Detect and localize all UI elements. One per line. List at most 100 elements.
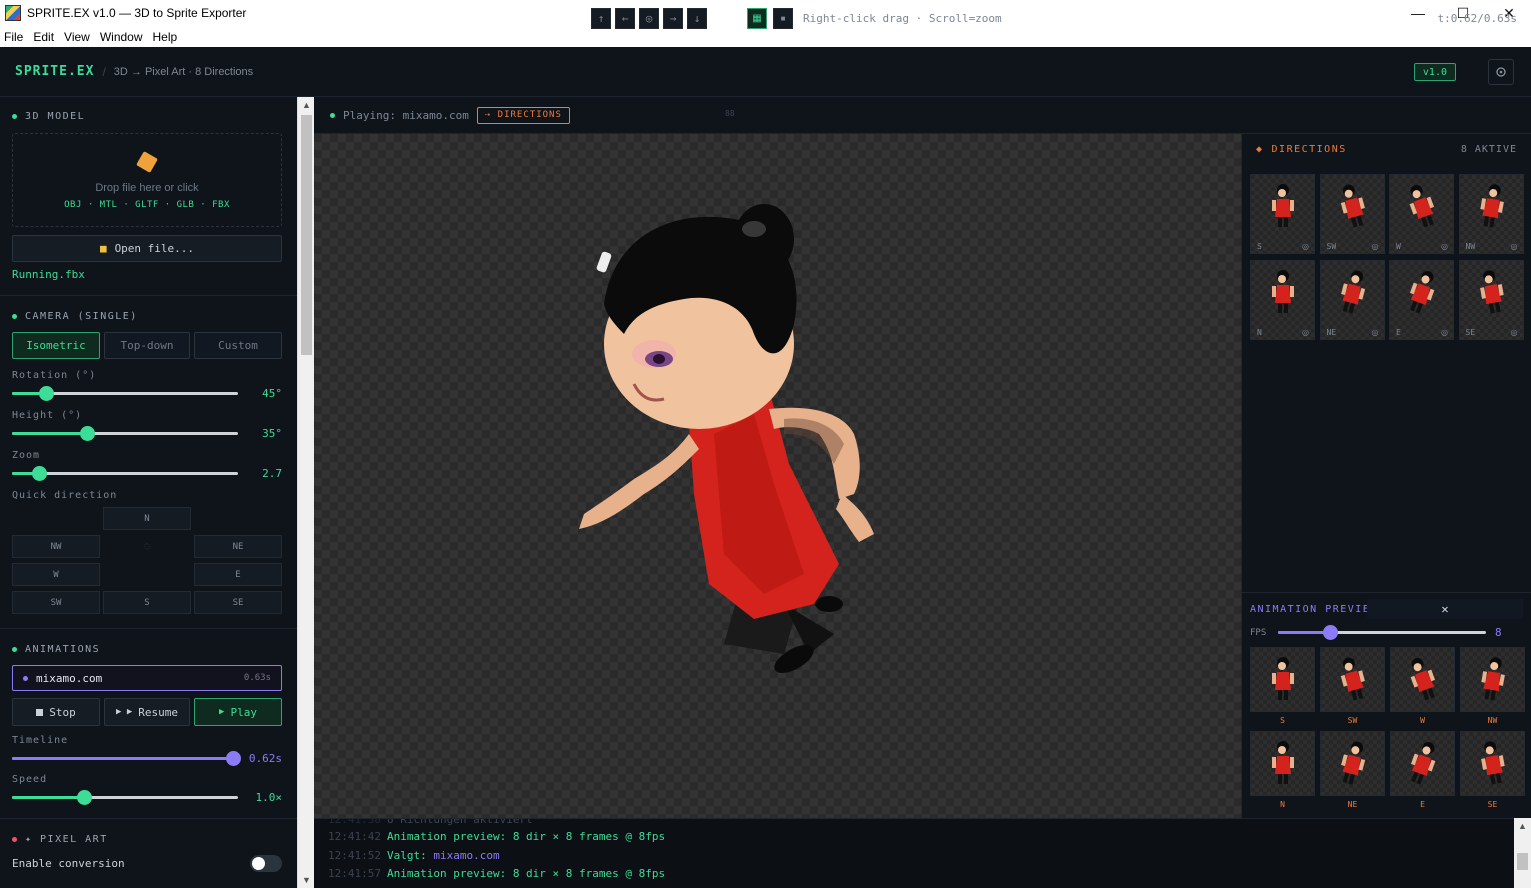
play-button[interactable]: ▶ Play [194,698,282,726]
log-line: 12:41:38 8 Richtungen aktiviert [328,818,533,826]
quick-dir-w[interactable]: W [12,563,100,586]
version-badge: v1.0 [1413,63,1456,81]
menu-edit[interactable]: Edit [33,30,54,44]
fps-slider[interactable] [1278,625,1486,640]
quick-dir-s[interactable]: S [103,591,191,614]
direction-label: SW [1326,242,1337,251]
log-line: 12:41:52 Valgt: mixamo.com [328,849,500,862]
direction-label: E [1396,328,1401,337]
direction-cell-ne[interactable]: NE ◎ [1319,260,1385,340]
camera-icon[interactable]: ◎ [1372,328,1379,337]
minimize-button[interactable]: — [1395,0,1441,26]
camera-mode-isometric[interactable]: Isometric [12,332,100,359]
direction-cell-sw[interactable]: SW ◎ [1319,174,1385,254]
menu-window[interactable]: Window [100,30,143,44]
height-slider[interactable] [12,426,238,441]
header-separator: / [102,64,106,79]
quick-dir-ne[interactable]: NE [194,535,282,558]
camera-icon[interactable]: ◎ [1441,328,1448,337]
quick-dir-n[interactable]: N [103,507,191,530]
animation-select[interactable]: mixamo.com 0.63s [12,665,282,691]
nav-right-button[interactable]: → [663,8,683,29]
animation-preview-heading: ANIMATION PREVIEW [1250,604,1378,615]
log-line: 12:41:57 Animation preview: 8 dir × 8 fra… [328,867,666,880]
direction-cell-w[interactable]: W ◎ [1389,174,1454,254]
scroll-up-arrow[interactable]: ▲ [302,100,311,110]
log-scrollbar[interactable]: ▲ [1514,818,1531,888]
preview-cell-ne [1320,731,1385,796]
scroll-down-arrow[interactable]: ▼ [302,875,311,885]
nav-up-button[interactable]: ↑ [591,8,611,29]
height-slider-knob[interactable] [79,426,95,441]
character-thumbnail [1409,270,1435,314]
grid-view-button[interactable]: ▦ [747,8,767,29]
playing-label: Playing: mixamo.com [343,108,469,122]
open-file-button[interactable]: ■ Open file... [12,235,282,262]
camera-icon[interactable]: ◎ [1302,328,1309,337]
settings-button[interactable] [1488,59,1514,85]
menu-file[interactable]: File [4,30,23,44]
pixel-art-heading: ✦ PIXEL ART [12,834,108,845]
quick-dir-e[interactable]: E [194,563,282,586]
left-panel-scrollbar[interactable]: ▲ ▼ [297,97,314,888]
file-dropzone[interactable]: Drop file here or click OBJ · MTL · GLTF… [12,133,282,227]
grid-icon: ▦ [752,13,762,24]
camera-mode-topdown[interactable]: Top-down [104,332,190,359]
resume-button[interactable]: ▶ ▶ Resume [104,698,190,726]
character-thumbnail [1340,657,1365,701]
speed-slider[interactable] [12,790,238,805]
camera-mode-custom[interactable]: Custom [194,332,282,359]
menu-help[interactable]: Help [153,30,178,44]
directions-badge[interactable]: ⇢ DIRECTIONS [476,106,570,124]
camera-icon[interactable]: ◎ [1372,242,1379,251]
log-scrollbar-thumb[interactable] [1517,853,1528,870]
app-header: SPRITE.EX / 3D → Pixel Art · 8 Direction… [0,47,1531,97]
zoom-value: 2.7 [262,467,282,480]
animation-dot [23,675,28,681]
rotation-slider[interactable] [12,386,238,401]
nav-left-button[interactable]: ← [615,8,635,29]
scrollbar-thumb[interactable] [301,115,312,355]
direction-cell-nw[interactable]: NW ◎ [1458,174,1524,254]
package-icon [136,151,158,173]
direction-cell-se[interactable]: SE ◎ [1458,260,1524,340]
log-scroll-up[interactable]: ▲ [1518,821,1527,831]
nav-down-button[interactable]: ↓ [687,8,707,29]
single-view-button[interactable]: ■ [773,8,793,29]
nav-center-button[interactable]: ◎ [639,8,659,29]
quick-dir-nw[interactable]: NW [12,535,100,558]
character-thumbnail [1481,741,1505,785]
close-preview-button[interactable]: ✕ [1367,599,1523,619]
enable-conversion-label: Enable conversion [12,857,125,870]
stop-button[interactable]: Stop [12,698,100,726]
play-icon: ▶ [219,707,225,717]
3d-viewport[interactable] [314,134,1241,818]
camera-icon[interactable]: ◎ [1302,242,1309,251]
timeline-slider[interactable] [12,751,242,766]
enable-conversion-toggle[interactable] [250,855,282,872]
quick-dir-sw[interactable]: SW [12,591,100,614]
character-thumbnail [1410,741,1436,785]
window-title: SPRITE.EX v1.0 — 3D to Sprite Exporter [27,6,247,20]
character-thumbnail [1272,741,1294,784]
character-thumbnail [1340,184,1365,228]
preview-label: NE [1347,800,1358,809]
speed-label: Speed [12,774,48,785]
camera-icon[interactable]: ◎ [1511,328,1518,337]
direction-cell-s[interactable]: S ◎ [1250,174,1315,254]
camera-icon[interactable]: ◎ [1441,242,1448,251]
camera-icon[interactable]: ◎ [1511,242,1518,251]
menu-view[interactable]: View [64,30,90,44]
direction-label: S [1257,242,1262,251]
fps-slider-knob[interactable] [1323,625,1338,640]
stop-icon [36,708,44,716]
rotation-slider-knob[interactable] [38,386,54,401]
height-value: 35° [262,427,282,440]
direction-cell-n[interactable]: N ◎ [1250,260,1315,340]
quick-dir-center-icon: ◌ [143,541,151,552]
timeline-label: Timeline [12,735,69,746]
timeline-value: 0.62s [248,752,282,765]
direction-cell-e[interactable]: E ◎ [1389,260,1454,340]
zoom-slider[interactable] [12,466,238,481]
quick-dir-se[interactable]: SE [194,591,282,614]
